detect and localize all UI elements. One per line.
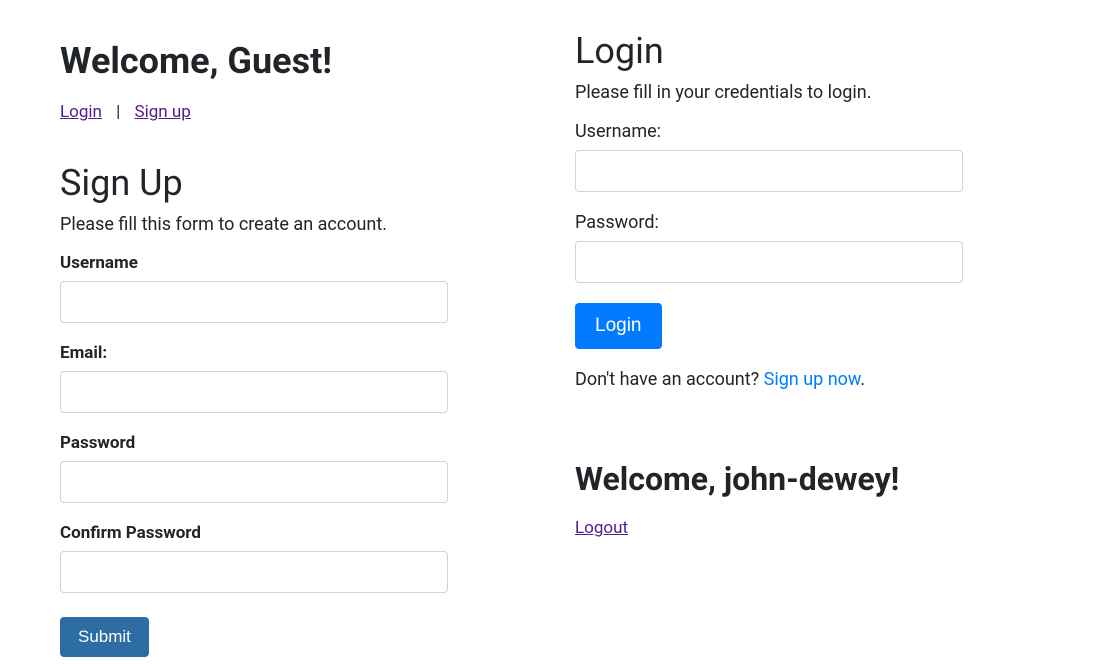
signup-prompt: Don't have an account? Sign up now. bbox=[575, 369, 1020, 390]
user-panel: Welcome, john-dewey! Logout bbox=[575, 460, 1020, 538]
signup-username-input[interactable] bbox=[60, 281, 448, 323]
signup-username-label: Username bbox=[60, 253, 505, 273]
signup-password-input[interactable] bbox=[60, 461, 448, 503]
signup-submit-button[interactable]: Submit bbox=[60, 617, 149, 657]
logout-link[interactable]: Logout bbox=[575, 518, 628, 538]
signup-form: Sign Up Please fill this form to create … bbox=[60, 162, 505, 657]
signup-confirm-password-label: Confirm Password bbox=[60, 523, 505, 543]
login-link[interactable]: Login bbox=[60, 102, 102, 122]
login-username-input[interactable] bbox=[575, 150, 963, 192]
guest-welcome-heading: Welcome, Guest! bbox=[60, 40, 505, 82]
signup-password-label: Password bbox=[60, 433, 505, 453]
login-heading: Login bbox=[575, 30, 1020, 72]
signup-link[interactable]: Sign up bbox=[135, 102, 191, 122]
signup-now-link[interactable]: Sign up now bbox=[764, 369, 861, 390]
login-username-label: Username: bbox=[575, 121, 1020, 142]
login-submit-button[interactable]: Login bbox=[575, 303, 662, 349]
signup-confirm-password-input[interactable] bbox=[60, 551, 448, 593]
login-password-label: Password: bbox=[575, 212, 1020, 233]
signup-prompt-prefix: Don't have an account? bbox=[575, 369, 764, 390]
signup-heading: Sign Up bbox=[60, 162, 505, 204]
signup-subtext: Please fill this form to create an accou… bbox=[60, 214, 505, 235]
auth-links: Login | Sign up bbox=[60, 102, 505, 122]
signup-email-input[interactable] bbox=[60, 371, 448, 413]
user-welcome-heading: Welcome, john-dewey! bbox=[575, 460, 1020, 498]
signup-prompt-suffix: . bbox=[860, 369, 865, 390]
login-form: Login Please fill in your credentials to… bbox=[575, 30, 1020, 390]
link-separator: | bbox=[116, 102, 120, 122]
signup-email-label: Email: bbox=[60, 343, 505, 363]
login-subtext: Please fill in your credentials to login… bbox=[575, 82, 1020, 103]
login-password-input[interactable] bbox=[575, 241, 963, 283]
